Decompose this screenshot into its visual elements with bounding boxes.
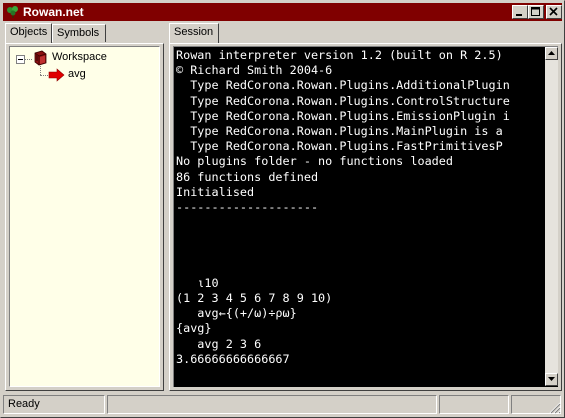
- title-bar[interactable]: Rowan.net: [3, 3, 562, 21]
- workspace-book-icon: [34, 50, 47, 66]
- objects-pane: Workspace avg: [5, 43, 164, 391]
- tab-objects[interactable]: Objects: [5, 23, 52, 43]
- console-line: Type RedCorona.Rowan.Plugins.AdditionalP…: [176, 78, 510, 93]
- console-line: No plugins folder - no functions loaded: [176, 154, 453, 169]
- resize-grip-icon[interactable]: [549, 402, 561, 414]
- tree-connector-child: [40, 75, 48, 76]
- console-line: avg←{(+/ω)÷ρω}: [176, 306, 297, 321]
- console-line: (1 2 3 4 5 6 7 8 9 10): [176, 291, 333, 305]
- status-panel-2: [107, 395, 437, 414]
- console-line: ⍳10: [176, 275, 219, 290]
- tab-symbols-label: Symbols: [57, 27, 100, 39]
- collapse-icon: [18, 59, 23, 60]
- scroll-up-button[interactable]: [545, 47, 558, 60]
- status-bar: Ready: [3, 394, 562, 415]
- status-panel-3: [439, 395, 509, 414]
- tree-node-workspace-label: Workspace: [52, 51, 107, 63]
- session-console[interactable]: Rowan interpreter version 1.2 (built on …: [173, 46, 558, 387]
- tab-session-label: Session: [174, 26, 214, 38]
- tree-node-workspace[interactable]: Workspace: [32, 50, 132, 66]
- tree-node-avg-label: avg: [68, 68, 86, 80]
- console-line: Type RedCorona.Rowan.Plugins.FastPrimiti…: [176, 139, 503, 154]
- left-tab-strip: Objects Symbols: [5, 23, 165, 43]
- status-text: Ready: [8, 398, 40, 410]
- scroll-up-arrow-icon: [548, 51, 555, 55]
- console-line: Rowan interpreter version 1.2 (built on …: [176, 48, 503, 62]
- status-text-cell: Ready: [3, 395, 105, 414]
- app-window: Rowan.net Objects Symbols Workspace avg …: [0, 0, 565, 418]
- console-line: Type RedCorona.Rowan.Plugins.EmissionPlu…: [176, 108, 510, 123]
- window-title: Rowan.net: [23, 5, 84, 19]
- console-line: avg 2 3 6: [176, 336, 262, 351]
- scroll-down-arrow-icon: [548, 377, 555, 381]
- tab-session[interactable]: Session: [169, 23, 219, 43]
- console-line: --------------------: [176, 199, 319, 214]
- rowan-app-icon: [7, 6, 18, 18]
- console-line: 86 functions defined: [176, 169, 319, 184]
- console-line: 3.66666666666667: [176, 351, 290, 366]
- console-line: © Richard Smith 2004-6: [176, 63, 333, 78]
- scroll-down-button[interactable]: [545, 373, 558, 386]
- close-button[interactable]: [546, 5, 562, 19]
- tree-connector-vertical: [40, 66, 41, 75]
- tree-node-avg[interactable]: avg: [48, 67, 108, 83]
- session-pane: Rowan interpreter version 1.2 (built on …: [169, 43, 562, 391]
- minimize-button[interactable]: [512, 5, 528, 19]
- red-arrow-icon: [48, 68, 65, 82]
- tab-symbols[interactable]: Symbols: [52, 24, 106, 42]
- vertical-scrollbar[interactable]: [545, 47, 558, 386]
- tree-connector-horizontal: [25, 59, 32, 60]
- console-line: Type RedCorona.Rowan.Plugins.ControlStru…: [176, 93, 510, 108]
- right-tab-strip: Session: [169, 23, 559, 43]
- console-line: Initialised: [176, 184, 255, 199]
- tab-objects-label: Objects: [10, 26, 48, 38]
- minimize-icon: [516, 14, 522, 16]
- console-line: Type RedCorona.Rowan.Plugins.MainPlugin …: [176, 123, 503, 138]
- tree-expander[interactable]: [16, 55, 25, 64]
- object-tree[interactable]: Workspace avg: [9, 46, 160, 387]
- console-output[interactable]: Rowan interpreter version 1.2 (built on …: [176, 48, 546, 386]
- maximize-icon: [531, 7, 540, 16]
- maximize-button[interactable]: [528, 5, 544, 19]
- close-icon: [549, 7, 558, 16]
- console-line: {avg}: [176, 321, 212, 336]
